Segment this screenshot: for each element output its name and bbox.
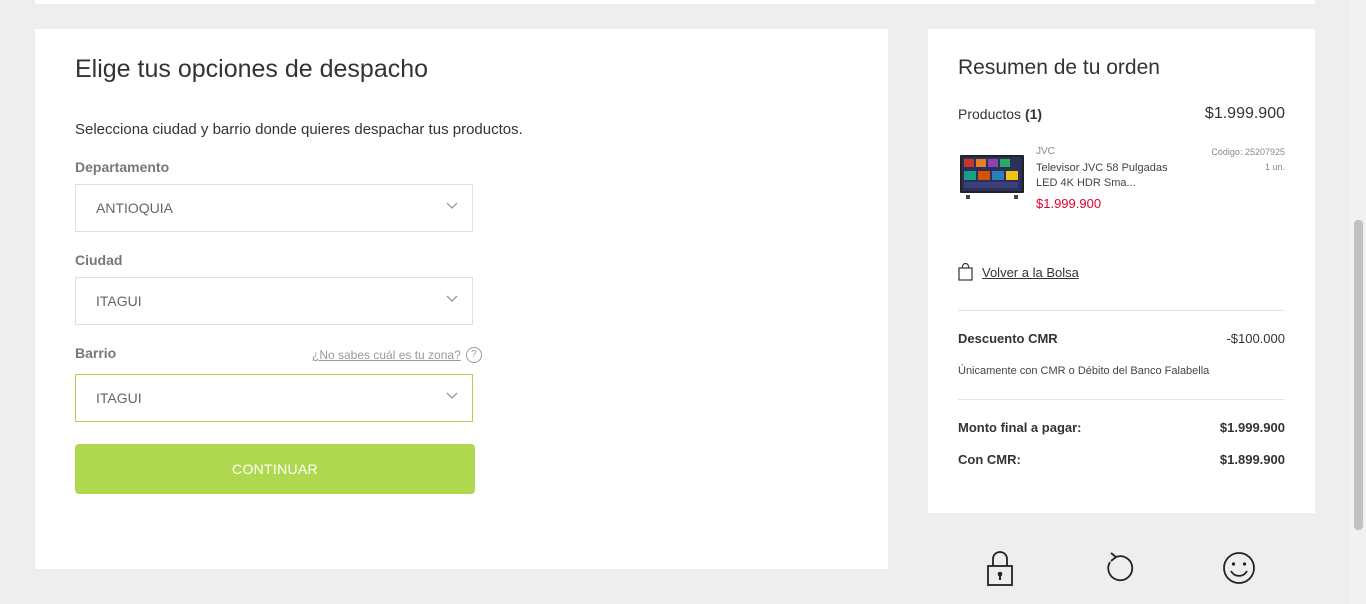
scrollbar[interactable]	[1350, 0, 1366, 604]
products-total: $1.999.900	[1204, 105, 1285, 122]
summary-title: Resumen de tu orden	[958, 56, 1160, 79]
city-label: Ciudad	[75, 252, 123, 268]
neighborhood-value: ITAGUI	[96, 390, 142, 406]
products-label-group: Productos (1)	[958, 106, 1042, 122]
order-summary-card: Resumen de tu orden Productos (1) $1.999…	[928, 29, 1315, 513]
question-icon[interactable]: ?	[465, 347, 482, 363]
chevron-down-icon	[446, 392, 458, 399]
discount-note: Únicamente con CMR o Débito del Banco Fa…	[958, 365, 1210, 377]
back-to-bag-link[interactable]: Volver a la Bolsa	[958, 263, 1079, 281]
neighborhood-label: Barrio	[75, 345, 117, 361]
product-qty: 1 un.	[1264, 162, 1285, 172]
final-value: $1.999.900	[1219, 420, 1285, 435]
bag-icon	[958, 263, 973, 281]
refresh-icon	[1107, 552, 1134, 582]
products-count: (1)	[1024, 106, 1043, 122]
shipping-card: Elige tus opciones de despacho Seleccion…	[35, 29, 888, 569]
page-title: Elige tus opciones de despacho	[75, 55, 429, 83]
chevron-down-icon	[446, 295, 458, 302]
product-code: Código: 25207925	[1211, 147, 1285, 157]
cmr-label: Con CMR:	[958, 452, 1021, 467]
cmr-row: Con CMR: $1.899.900	[958, 452, 1285, 467]
zone-help-link[interactable]: ¿No sabes cuál es tu zona?	[312, 348, 461, 362]
divider	[958, 399, 1285, 400]
discount-row: Descuento CMR -$100.000	[958, 331, 1285, 346]
scrollbar-thumb[interactable]	[1354, 220, 1363, 530]
products-row: Productos (1) $1.999.900	[958, 105, 1285, 123]
final-row: Monto final a pagar: $1.999.900	[958, 420, 1285, 435]
top-strip	[35, 0, 1315, 4]
final-label: Monto final a pagar:	[958, 420, 1082, 435]
product-price: $1.999.900	[1036, 196, 1102, 211]
chevron-down-icon	[446, 202, 458, 209]
cmr-value: $1.899.900	[1219, 452, 1285, 467]
product-thumbnail[interactable]	[958, 149, 1026, 205]
zone-help: ¿No sabes cuál es tu zona? ?	[312, 347, 482, 363]
neighborhood-select[interactable]: ITAGUI	[75, 374, 473, 422]
product-name[interactable]: Televisor JVC 58 Pulgadas LED 4K HDR Sma…	[1036, 161, 1186, 191]
continue-button[interactable]: CONTINUAR	[75, 444, 475, 494]
shipping-subtitle: Selecciona ciudad y barrio donde quieres…	[75, 121, 523, 138]
lock-icon	[987, 551, 1013, 586]
city-value: ITAGUI	[96, 293, 142, 309]
department-select[interactable]: ANTIOQUIA	[75, 184, 473, 232]
product-brand: JVC	[1036, 146, 1055, 157]
back-to-bag-label: Volver a la Bolsa	[982, 264, 1079, 280]
city-select[interactable]: ITAGUI	[75, 277, 473, 325]
discount-label: Descuento CMR	[958, 331, 1058, 346]
department-label: Departamento	[75, 159, 170, 175]
smiley-icon	[1223, 552, 1255, 584]
products-label: Productos	[958, 106, 1022, 122]
discount-value: -$100.000	[1226, 331, 1285, 346]
department-value: ANTIOQUIA	[96, 200, 174, 216]
divider	[958, 310, 1285, 311]
